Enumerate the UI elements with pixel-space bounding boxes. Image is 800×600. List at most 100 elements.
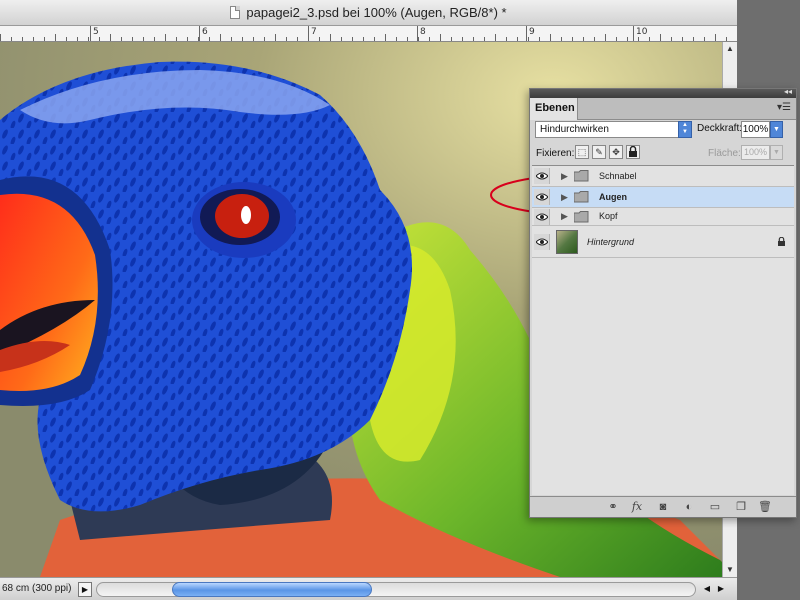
ruler-tick	[77, 37, 78, 41]
photoshop-screen: papagei2_3.psd bei 100% (Augen, RGB/8*) …	[0, 0, 800, 600]
ruler-tick	[451, 37, 452, 41]
ruler-tick	[594, 37, 595, 41]
ruler-tick	[429, 37, 430, 41]
delete-layer-icon[interactable]: 🗑	[758, 500, 772, 514]
visibility-eye-icon[interactable]	[534, 189, 550, 205]
ruler-tick	[33, 37, 34, 41]
ruler-tick	[209, 37, 210, 41]
scroll-right-icon[interactable]: ▶	[714, 582, 728, 597]
ruler-major-tick	[417, 26, 418, 41]
fill-input[interactable]: 100%	[741, 145, 770, 160]
layer-row-schnabel[interactable]: ▶ Schnabel	[532, 166, 794, 187]
add-mask-icon[interactable]: ◙	[656, 500, 670, 514]
ruler-tick	[0, 34, 1, 41]
expand-arrow-icon[interactable]: ▶	[561, 211, 568, 222]
ruler-tick	[341, 37, 342, 41]
layer-thumbnail	[556, 230, 578, 254]
visibility-eye-icon[interactable]	[534, 234, 550, 250]
panel-tab-bar: Ebenen ▾☰	[530, 98, 796, 120]
visibility-eye-icon[interactable]	[534, 209, 550, 225]
ruler-tick	[374, 37, 375, 41]
ruler-tick	[154, 37, 155, 41]
ruler-tick	[231, 37, 232, 41]
fill-dropdown-icon[interactable]: ▼	[770, 145, 783, 160]
ruler-tick	[165, 34, 166, 41]
layer-row-kopf[interactable]: ▶ Kopf	[532, 208, 794, 226]
ruler-tick	[649, 37, 650, 41]
folder-icon	[574, 191, 589, 203]
ruler-tick	[660, 34, 661, 41]
ruler-tick	[517, 37, 518, 41]
select-arrows-icon: ▲ ▼	[678, 121, 692, 138]
panel-collapse-icon[interactable]: ◂◂	[784, 87, 792, 96]
ruler-tick	[671, 37, 672, 41]
document-title: papagei2_3.psd bei 100% (Augen, RGB/8*) …	[246, 5, 507, 20]
ruler-tick	[462, 37, 463, 41]
horizontal-scroll-thumb[interactable]	[172, 582, 372, 597]
ruler-tick	[88, 37, 89, 41]
ruler-tick	[11, 37, 12, 41]
ruler-tick	[682, 37, 683, 41]
scroll-left-icon[interactable]: ◀	[700, 582, 714, 597]
status-menu-arrow-icon[interactable]: ▶	[78, 582, 92, 597]
ruler-tick	[253, 37, 254, 41]
ruler-tick	[132, 37, 133, 41]
link-layers-icon[interactable]: ⚭	[606, 500, 620, 514]
layers-panel: ◂◂ Ebenen ▾☰ Hindurchwirken ▲ ▼ Deckkraft…	[529, 87, 797, 518]
lock-label: Fixieren:	[536, 148, 575, 159]
ruler-tick	[528, 37, 529, 41]
layers-list: ▶ Schnabel ▶ Augen ▶ Kopf Hintergrund	[532, 165, 794, 495]
layer-row-hintergrund[interactable]: Hintergrund	[532, 226, 794, 258]
panel-menu-icon[interactable]: ▾☰	[777, 102, 791, 113]
ruler-tick	[583, 37, 584, 41]
ruler-label: 10	[636, 27, 648, 37]
title-bar[interactable]: papagei2_3.psd bei 100% (Augen, RGB/8*) …	[0, 0, 737, 26]
ruler-tick	[605, 34, 606, 41]
ruler-tick	[539, 37, 540, 41]
opacity-label: Deckkraft:	[697, 123, 743, 134]
layer-name: Augen	[599, 192, 627, 202]
visibility-eye-icon[interactable]	[534, 168, 550, 184]
adjustment-layer-icon[interactable]: ◐	[682, 500, 696, 514]
ruler-tick	[572, 37, 573, 41]
new-layer-icon[interactable]: ❐	[734, 500, 748, 514]
horizontal-ruler[interactable]: 5 6 7 8 9 10	[0, 26, 737, 42]
ruler-tick	[418, 37, 419, 41]
new-group-folder-icon[interactable]: ▭	[708, 500, 722, 514]
ruler-tick	[121, 37, 122, 41]
panel-title-strip[interactable]: ◂◂	[530, 87, 796, 98]
ruler-tick	[242, 37, 243, 41]
expand-arrow-icon[interactable]: ▶	[561, 192, 568, 203]
panel-footer: ⚭ fx ◙ ◐ ▭ ❐ 🗑	[530, 496, 796, 517]
lock-transparent-pixels-icon[interactable]: ⬚	[575, 145, 589, 159]
lock-image-pixels-icon[interactable]: ✎	[592, 145, 606, 159]
layer-row-augen[interactable]: ▶ Augen	[532, 187, 794, 208]
ruler-tick	[319, 37, 320, 41]
tab-ebenen[interactable]: Ebenen	[530, 98, 578, 120]
ruler-tick	[561, 37, 562, 41]
ruler-tick	[627, 37, 628, 41]
ruler-tick	[330, 34, 331, 41]
ruler-tick	[704, 37, 705, 41]
layer-style-fx-icon[interactable]: fx	[630, 500, 644, 514]
expand-arrow-icon[interactable]: ▶	[561, 171, 568, 182]
opacity-input[interactable]: 100%	[741, 121, 770, 138]
ruler-tick	[110, 34, 111, 41]
fill-label: Fläche:	[708, 148, 741, 159]
ruler-label: 6	[202, 27, 208, 37]
document-icon	[230, 6, 241, 19]
opacity-dropdown-icon[interactable]: ▼	[770, 121, 783, 138]
ruler-tick	[297, 37, 298, 41]
ruler-label: 8	[420, 27, 426, 37]
blend-mode-select[interactable]: Hindurchwirken ▲ ▼	[535, 121, 692, 138]
scroll-up-icon[interactable]: ▲	[723, 42, 737, 56]
scroll-down-icon[interactable]: ▼	[723, 563, 737, 577]
ruler-tick	[385, 34, 386, 41]
ruler-tick	[264, 37, 265, 41]
ruler-major-tick	[199, 26, 200, 41]
lock-all-icon[interactable]	[626, 145, 640, 159]
ruler-tick	[22, 37, 23, 41]
ruler-tick	[187, 37, 188, 41]
layer-name: Schnabel	[599, 171, 637, 181]
lock-position-icon[interactable]: ✥	[609, 145, 623, 159]
